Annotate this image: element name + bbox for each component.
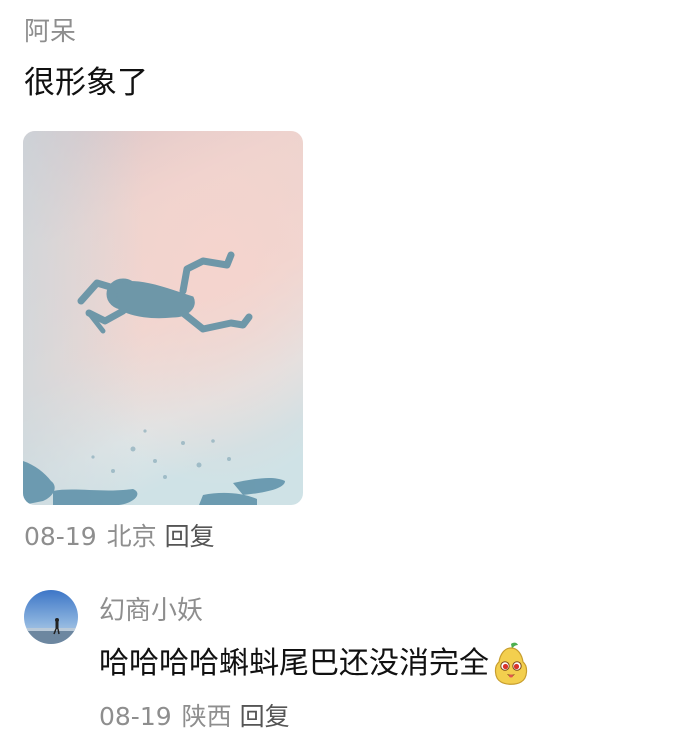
comment-username[interactable]: 阿呆 bbox=[24, 14, 76, 50]
comment-meta: 08-19 北京 回复 bbox=[24, 520, 215, 554]
comment-date: 08-19 bbox=[24, 522, 97, 551]
tadpole-shadow-photo bbox=[23, 131, 303, 505]
reply-reply-button[interactable]: 回复 bbox=[240, 702, 290, 731]
comment-text: 很形象了 bbox=[24, 65, 148, 101]
avatar[interactable] bbox=[24, 590, 78, 644]
reply-meta: 08-19 陕西 回复 bbox=[99, 700, 290, 734]
reply-date: 08-19 bbox=[99, 702, 172, 731]
reply-button[interactable]: 回复 bbox=[165, 522, 215, 551]
reply-text: 哈哈哈哈蝌蚪尾巴还没消完全 bbox=[99, 646, 489, 681]
reply-username[interactable]: 幻商小妖 bbox=[99, 593, 203, 629]
pear-face-emoji-icon bbox=[491, 642, 531, 686]
beach-avatar-image bbox=[24, 590, 78, 644]
comment-image[interactable] bbox=[23, 131, 303, 505]
reply-location: 陕西 bbox=[181, 702, 232, 731]
comment-location: 北京 bbox=[106, 522, 157, 551]
reply-content: 哈哈哈哈蝌蚪尾巴还没消完全 bbox=[99, 642, 531, 686]
comment-thread: 阿呆 很形象了 08-19 北京 回复 幻商小妖 哈哈哈哈蝌蚪尾巴还没消完全 0… bbox=[0, 0, 690, 752]
